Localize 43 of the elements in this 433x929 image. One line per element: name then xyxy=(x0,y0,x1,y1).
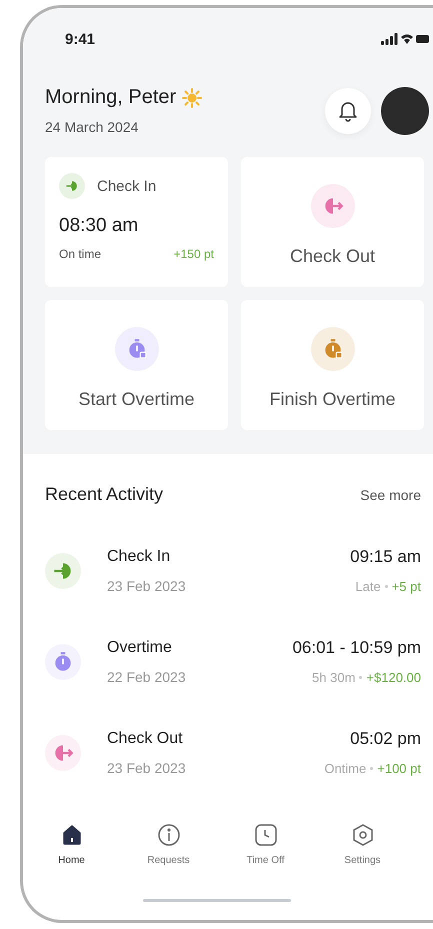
activity-time: 06:01 - 10:59 pm xyxy=(292,638,421,658)
tab[interactable]: Time Off xyxy=(217,823,314,893)
separator-dot xyxy=(384,585,388,588)
date-text: 24 March 2024 xyxy=(45,119,140,135)
tab[interactable]: Requests xyxy=(120,823,217,893)
notification-button[interactable] xyxy=(325,88,371,134)
activity-date: 23 Feb 2023 xyxy=(107,578,187,594)
avatar[interactable] xyxy=(381,86,429,134)
activity-title: Check Out xyxy=(107,730,184,748)
points-text: +150 pt xyxy=(174,247,214,261)
activity-title: Overtime xyxy=(107,638,173,656)
check-in-card[interactable]: Check In 08:30 am On time +150 pt xyxy=(45,157,228,287)
activity-status: Ontime xyxy=(324,761,366,776)
action-card[interactable]: Start Overtime xyxy=(45,300,228,430)
activity-time: 05:02 pm xyxy=(350,729,421,749)
tab[interactable]: Home xyxy=(23,823,120,893)
status-time: 9:41 xyxy=(65,30,96,48)
bell-icon xyxy=(338,100,358,122)
activity-time: 09:15 am xyxy=(350,547,421,567)
activity-reward: +$120.00 xyxy=(366,670,421,685)
tab[interactable]: Settings xyxy=(314,823,411,893)
separator-dot xyxy=(370,767,374,770)
activity-reward: +100 pt xyxy=(377,761,421,776)
settings-icon xyxy=(350,823,374,847)
activity-title: Check In xyxy=(107,548,172,566)
activity-date: 22 Feb 2023 xyxy=(107,668,187,684)
action-card[interactable]: Finish Overtime xyxy=(241,300,424,430)
section-title: Recent Activity xyxy=(45,484,164,505)
activity-status: 5h 30m xyxy=(312,670,356,685)
see-more-link[interactable]: See more xyxy=(360,486,421,502)
sun-icon xyxy=(182,88,202,108)
status-icons xyxy=(381,32,429,46)
info-icon xyxy=(156,823,180,847)
check-in-time: 08:30 am xyxy=(59,215,140,237)
clock-icon xyxy=(254,823,278,847)
activity-reward: +5 pt xyxy=(392,579,421,594)
activity-date: 23 Feb 2023 xyxy=(107,760,187,776)
card-title: Check In xyxy=(97,178,156,194)
status-text: On time xyxy=(59,247,102,261)
separator-dot xyxy=(359,676,362,679)
activity-status: Late xyxy=(355,579,381,594)
action-card[interactable]: Check Out xyxy=(241,157,424,287)
greeting: Morning, Peter xyxy=(45,86,176,109)
